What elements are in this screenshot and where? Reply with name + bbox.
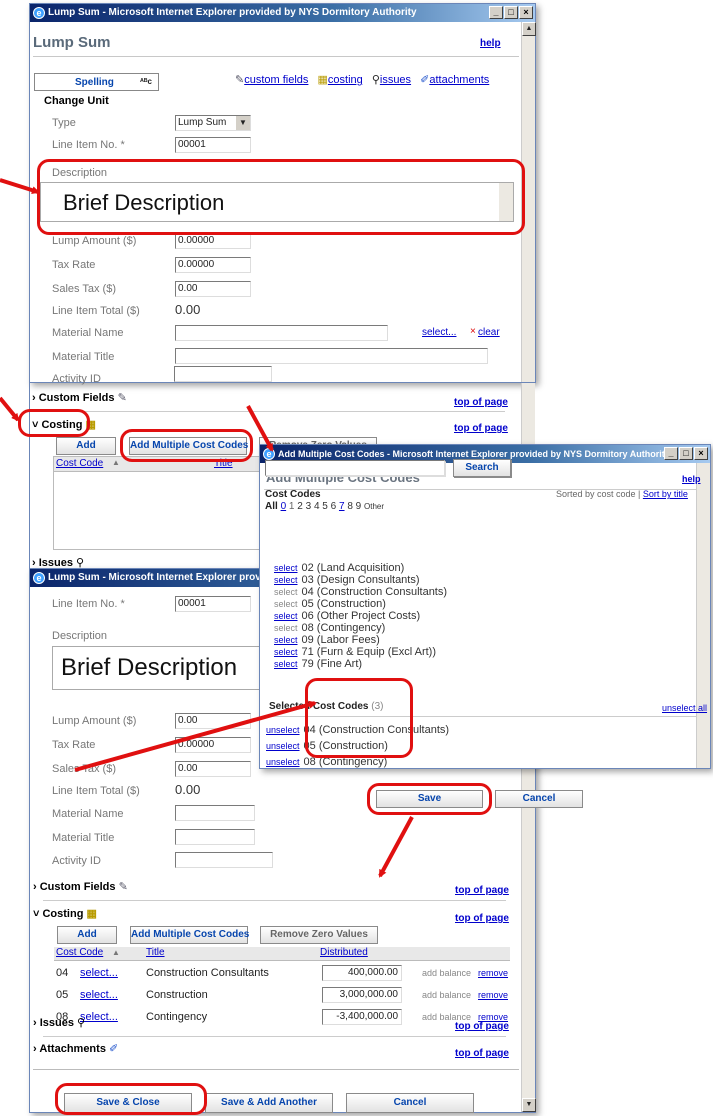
arrow-to-costing	[0, 396, 20, 422]
arrow-to-popup	[246, 405, 274, 452]
annotation-arrows	[0, 178, 414, 878]
arrow-to-distributed	[74, 700, 317, 772]
arrow-save-to-distributed	[378, 816, 414, 878]
arrow-to-description	[0, 178, 40, 195]
